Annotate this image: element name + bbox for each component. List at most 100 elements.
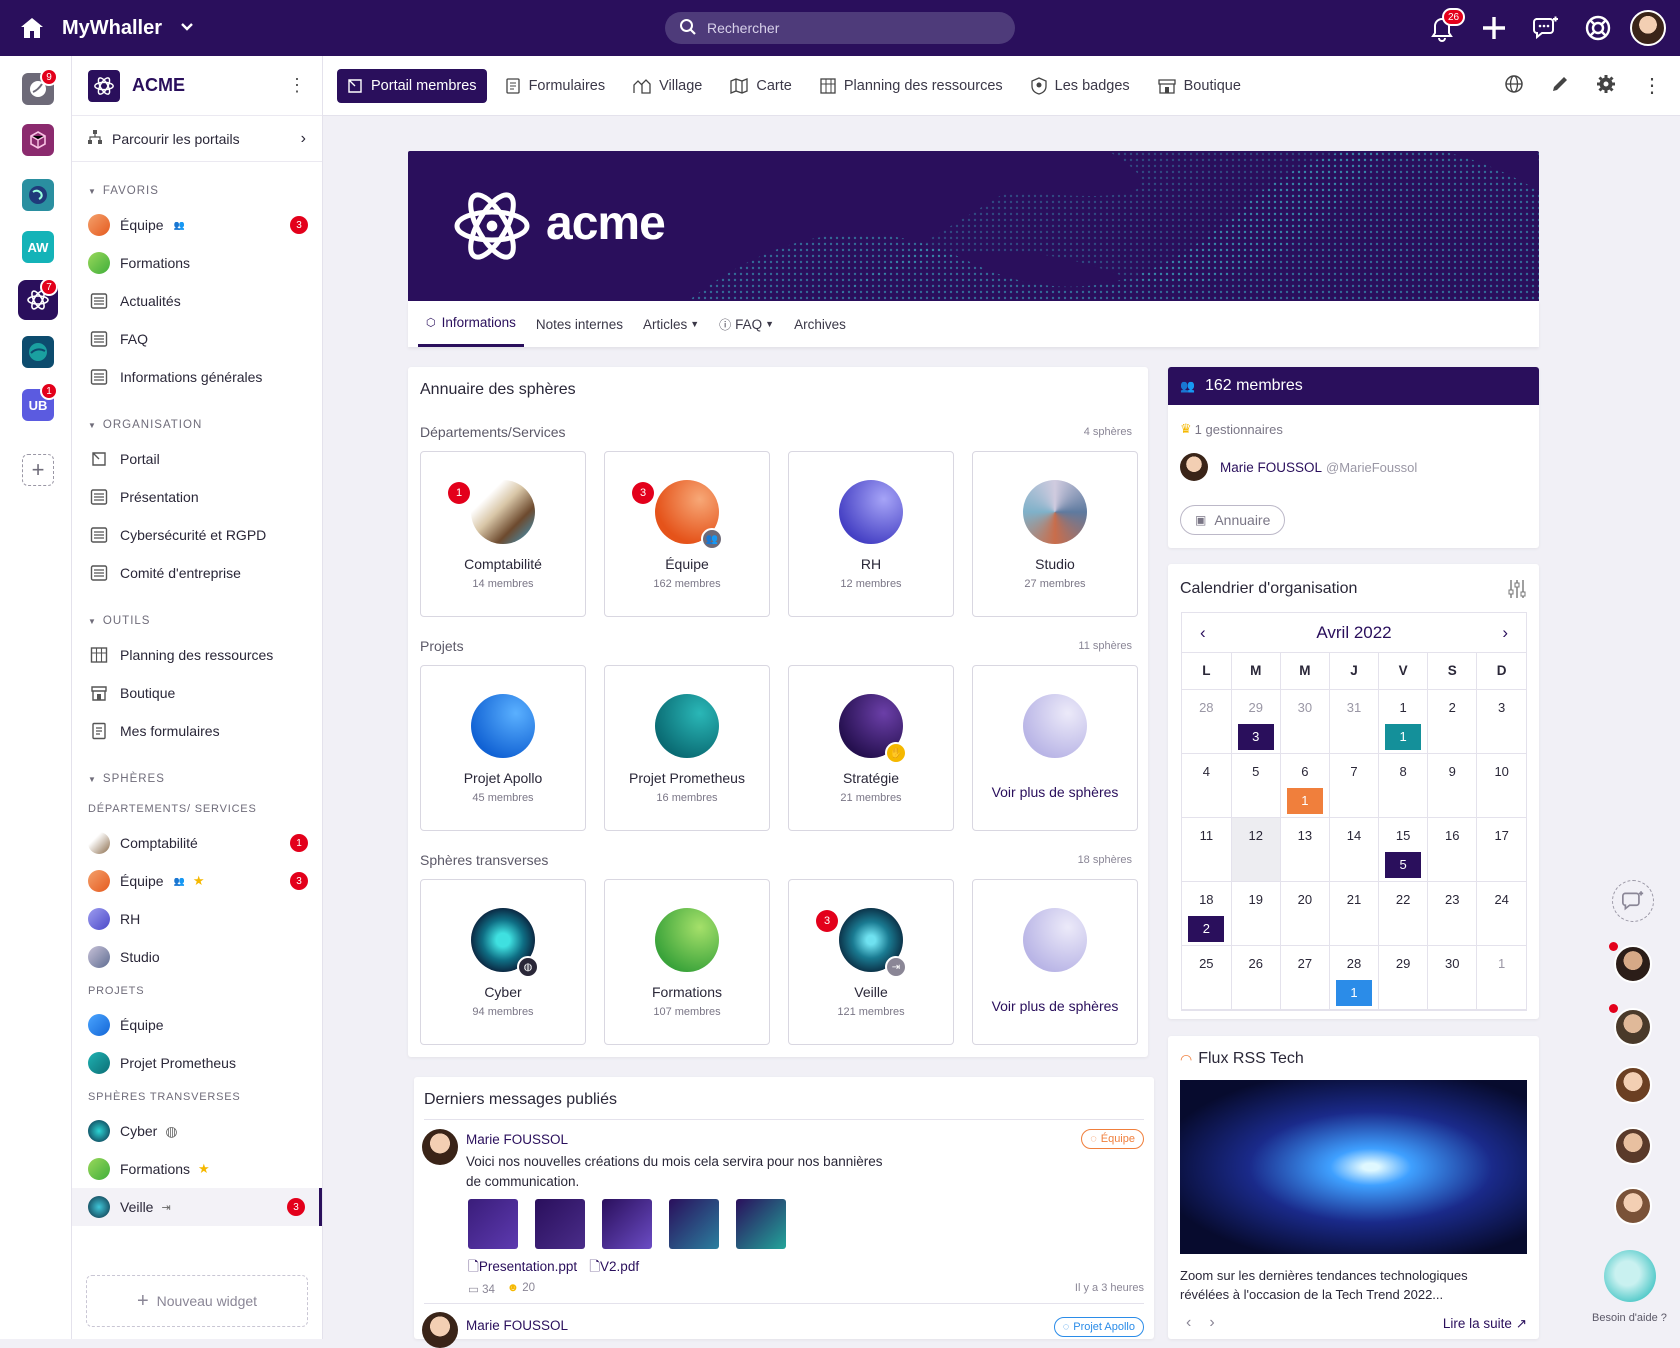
rail-item-earth[interactable] (22, 336, 54, 368)
sphere-card-cyber[interactable]: ◍ Cyber 94 membres (420, 879, 586, 1045)
tab-faq[interactable]: ⓘ FAQ ▼ (711, 301, 782, 347)
contact-avatar[interactable] (1614, 1187, 1652, 1225)
sidebar-item-boutique[interactable]: Boutique (72, 674, 322, 712)
contact-avatar[interactable] (1614, 1127, 1652, 1165)
org-name[interactable]: ACME (132, 75, 185, 96)
sidebar-item-actualites[interactable]: Actualités (72, 282, 322, 320)
sphere-card-strategie[interactable]: ✋ Stratégie 21 membres (788, 665, 954, 831)
see-more-spheres-transverses[interactable]: Voir plus de sphères (972, 879, 1138, 1045)
sidebar-item-equipe[interactable]: Équipe 👥 3 (72, 206, 322, 244)
sphere-card-equipe[interactable]: 3 👥 Équipe 162 membres (604, 451, 770, 617)
calendar-day[interactable]: 27 (1279, 945, 1330, 1010)
tab-portail-membres[interactable]: Portail membres (337, 68, 487, 103)
browse-portals-link[interactable]: Parcourir les portails › (72, 116, 322, 162)
tab-notes-internes[interactable]: Notes internes (528, 301, 631, 347)
more-vertical-icon[interactable]: ⋮ (288, 75, 306, 96)
new-chat-button[interactable] (1612, 880, 1654, 922)
calendar-day[interactable]: 30 (1427, 945, 1477, 1010)
sidebar-item-faq[interactable]: FAQ (72, 320, 322, 358)
sidebar-item-equipe-dep[interactable]: Équipe 👥 ★ 3 (72, 862, 322, 900)
message-tag[interactable]: ◌ Projet Apollo (1053, 1317, 1144, 1337)
calendar-day[interactable]: 19 (1230, 881, 1281, 946)
sidebar-item-comptabilite[interactable]: Comptabilité 1 (72, 824, 322, 862)
calendar-day[interactable]: 8 (1378, 753, 1428, 818)
section-organisation[interactable]: ▼ ORGANISATION (72, 410, 322, 440)
tab-informations[interactable]: ⬡ Informations (418, 301, 524, 347)
home-icon[interactable] (16, 12, 48, 44)
attachment-thumbnail[interactable] (535, 1199, 585, 1249)
calendar-day[interactable]: 28 1 (1328, 945, 1379, 1010)
calendar-day[interactable]: 11 (1182, 817, 1232, 882)
sidebar-item-informations[interactable]: Informations générales (72, 358, 322, 396)
contact-avatar[interactable] (1614, 945, 1652, 983)
sphere-card-rh[interactable]: RH 12 membres (788, 451, 954, 617)
members-header[interactable]: 👥 162 membres (1168, 367, 1539, 405)
more-vertical-icon[interactable]: ⋮ (1642, 73, 1662, 98)
sphere-card-apollo[interactable]: Projet Apollo 45 membres (420, 665, 586, 831)
event-count-badge[interactable]: 5 (1385, 851, 1422, 878)
chevron-left-icon[interactable]: ‹ (1186, 1314, 1191, 1332)
sidebar-item-equipe-proj[interactable]: Équipe (72, 1006, 322, 1044)
tab-badges[interactable]: Les badges (1021, 69, 1140, 103)
gear-icon[interactable] (1596, 74, 1616, 97)
sidebar-item-studio[interactable]: Studio (72, 938, 322, 976)
calendar-day[interactable]: 18 2 (1182, 881, 1232, 946)
section-spheres[interactable]: ▼ SPHÈRES (72, 764, 322, 794)
attachment-thumbnail[interactable] (468, 1199, 518, 1249)
sphere-card-formations[interactable]: Formations 107 membres (604, 879, 770, 1045)
calendar-day[interactable]: 13 (1279, 817, 1330, 882)
bell-icon[interactable]: 26 (1422, 8, 1466, 48)
pencil-icon[interactable] (1550, 74, 1570, 97)
chat-icon[interactable] (1526, 8, 1566, 48)
calendar-day[interactable]: 31 (1328, 689, 1379, 754)
message-author[interactable]: Marie FOUSSOL (466, 1318, 568, 1333)
contact-avatar[interactable] (1614, 1008, 1652, 1046)
chevron-right-icon[interactable]: › (1209, 1314, 1214, 1332)
plus-icon[interactable] (1474, 8, 1514, 48)
calendar-day[interactable]: 25 (1182, 945, 1232, 1010)
sidebar-item-rh[interactable]: RH (72, 900, 322, 938)
chevron-right-icon[interactable]: › (1502, 623, 1508, 643)
sphere-card-studio[interactable]: Studio 27 membres (972, 451, 1138, 617)
sidebar-item-comite[interactable]: Comité d'entreprise (72, 554, 322, 592)
calendar-day[interactable]: 12 (1230, 817, 1281, 882)
search-input[interactable]: Rechercher (665, 12, 1015, 44)
calendar-day[interactable]: 14 (1328, 817, 1379, 882)
read-more-link[interactable]: Lire la suite ↗ (1443, 1316, 1527, 1332)
sidebar-item-planning[interactable]: Planning des ressources (72, 636, 322, 674)
file-link[interactable]: 🗋V2.pdf (589, 1257, 639, 1280)
calendar-day[interactable]: 2 (1427, 689, 1477, 754)
see-more-spheres-projets[interactable]: Voir plus de sphères (972, 665, 1138, 831)
avatar[interactable] (422, 1312, 458, 1348)
sphere-card-veille[interactable]: 3 ⇥ Veille 121 membres (788, 879, 954, 1045)
event-count-badge[interactable]: 3 (1237, 723, 1274, 750)
calendar-day[interactable]: 23 (1427, 881, 1477, 946)
contact-avatar[interactable] (1614, 1066, 1652, 1104)
tab-carte[interactable]: Carte (720, 69, 801, 103)
event-count-badge[interactable]: 1 (1385, 723, 1422, 750)
attachment-thumbnail[interactable] (602, 1199, 652, 1249)
comments-count[interactable]: ▭ 34 (468, 1282, 495, 1296)
add-portal-button[interactable]: + (22, 454, 54, 486)
sidebar-item-presentation[interactable]: Présentation (72, 478, 322, 516)
rail-item-globe[interactable] (22, 179, 54, 211)
calendar-day[interactable]: 17 (1476, 817, 1526, 882)
tab-boutique[interactable]: Boutique (1148, 69, 1251, 103)
message-tag[interactable]: ◌ Équipe (1081, 1129, 1144, 1149)
rss-image[interactable] (1180, 1080, 1527, 1254)
calendar-day[interactable]: 24 (1476, 881, 1526, 946)
calendar-day[interactable]: 26 (1230, 945, 1281, 1010)
calendar-day[interactable]: 30 (1279, 689, 1330, 754)
calendar-day[interactable]: 9 (1427, 753, 1477, 818)
sidebar-item-prometheus[interactable]: Projet Prometheus (72, 1044, 322, 1082)
calendar-day[interactable]: 29 3 (1230, 689, 1281, 754)
calendar-day[interactable]: 16 (1427, 817, 1477, 882)
likes-count[interactable]: ☻ 20 (507, 1282, 535, 1296)
calendar-day[interactable]: 29 (1378, 945, 1428, 1010)
sidebar-item-cybersecurite[interactable]: Cybersécurité et RGPD (72, 516, 322, 554)
manager-row[interactable]: Marie FOUSSOL @MarieFoussol (1180, 453, 1417, 481)
new-widget-button[interactable]: + Nouveau widget (86, 1275, 308, 1327)
calendar-day[interactable]: 7 (1328, 753, 1379, 818)
chevron-left-icon[interactable]: ‹ (1200, 623, 1206, 643)
sphere-card-comptabilite[interactable]: 1 Comptabilité 14 membres (420, 451, 586, 617)
